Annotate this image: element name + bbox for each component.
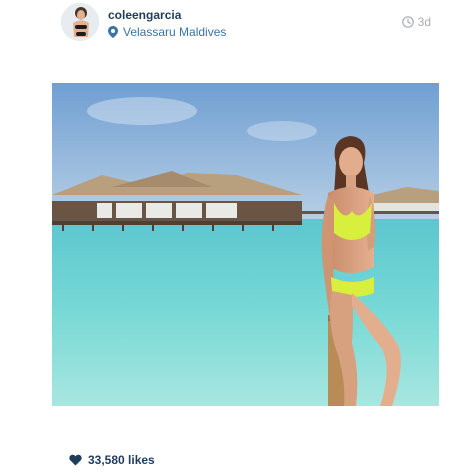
heart-icon[interactable] bbox=[69, 454, 82, 466]
photo-image bbox=[52, 83, 439, 406]
post-time: 3d bbox=[401, 15, 431, 29]
likes-row[interactable]: 33,580 likes bbox=[69, 453, 155, 467]
username[interactable]: coleengarcia bbox=[108, 8, 181, 22]
avatar-image bbox=[61, 3, 99, 41]
post-photo[interactable] bbox=[52, 83, 439, 406]
time-ago: 3d bbox=[417, 15, 431, 29]
location-pin-icon bbox=[108, 26, 118, 38]
likes-count: 33,580 likes bbox=[88, 453, 155, 467]
post-header: coleengarcia Velassaru Maldives 3d bbox=[0, 0, 475, 50]
location-label: Velassaru Maldives bbox=[123, 25, 227, 39]
clock-icon bbox=[401, 16, 414, 28]
location-link[interactable]: Velassaru Maldives bbox=[108, 25, 226, 39]
avatar[interactable] bbox=[61, 3, 99, 41]
